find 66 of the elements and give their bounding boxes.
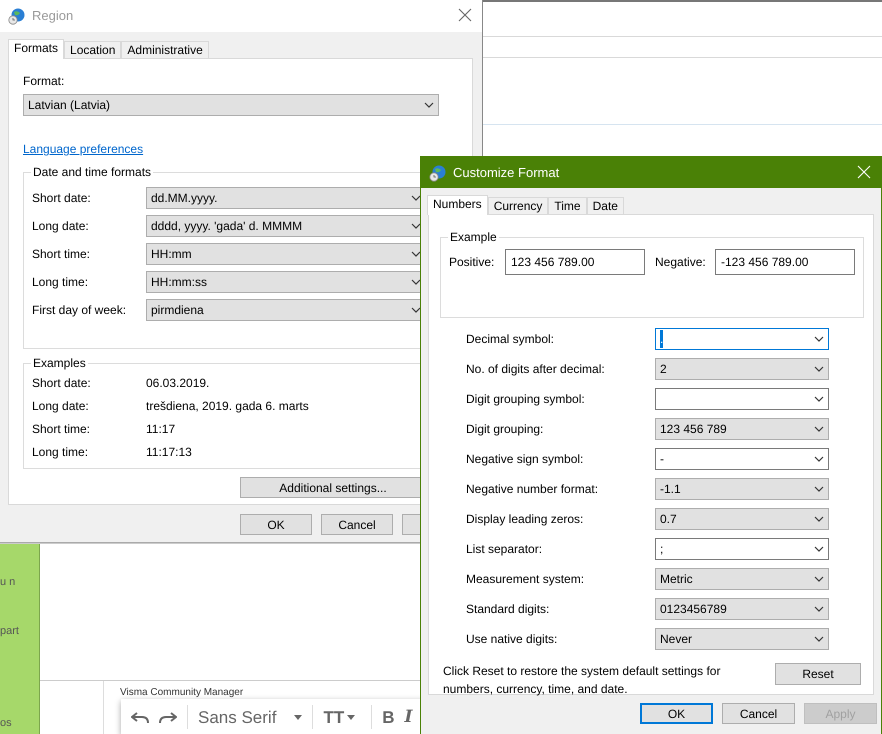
example-value: 06.03.2019. xyxy=(146,374,210,392)
dialog-button[interactable]: OK xyxy=(640,703,713,724)
field-label: Digit grouping symbol: xyxy=(466,391,586,408)
tab[interactable]: Location xyxy=(64,41,122,58)
dropdown[interactable]: Metric xyxy=(655,568,829,590)
window-title: Customize Format xyxy=(453,164,560,182)
field-label: Negative: xyxy=(655,254,707,271)
dialog-button[interactable]: Cancel xyxy=(722,703,795,724)
combo-box[interactable]: . xyxy=(655,328,829,350)
sidebar-text: os xyxy=(0,716,13,731)
field-label: Negative sign symbol: xyxy=(466,451,584,468)
dialog-button[interactable]: OK xyxy=(240,514,312,535)
tab[interactable]: Time xyxy=(548,197,587,214)
dialog-button[interactable]: Cancel xyxy=(321,514,393,535)
window-title: Region xyxy=(32,7,74,26)
field-label: Long date: xyxy=(32,218,90,235)
field-label: Long time: xyxy=(32,444,90,460)
example-value: 11:17 xyxy=(146,420,176,438)
field-label: Display leading zeros: xyxy=(466,511,584,528)
dropdown[interactable]: 2 xyxy=(655,358,829,380)
signature-text: Visma Community Manager xyxy=(120,686,244,700)
field-label: Digit grouping: xyxy=(466,421,544,438)
tab[interactable]: Currency xyxy=(488,197,548,214)
tab[interactable]: Administrative xyxy=(121,41,209,58)
group-title: Example xyxy=(448,230,499,245)
combo-box[interactable]: ; xyxy=(655,538,829,560)
field-label: Short date: xyxy=(32,190,92,207)
dropdown[interactable]: -1.1 xyxy=(655,478,829,500)
tab[interactable]: Numbers xyxy=(427,195,488,215)
bold-button[interactable]: B xyxy=(382,708,394,726)
font-dropdown[interactable]: Sans Serif xyxy=(198,708,302,726)
dropdown[interactable]: Never xyxy=(655,628,829,650)
field-label: Long time: xyxy=(32,274,90,291)
group-title: Examples xyxy=(31,356,88,371)
language-preferences-link[interactable]: Language preferences xyxy=(23,140,144,158)
field-label: Short time: xyxy=(32,246,92,263)
example-value: trešdiena, 2019. gada 6. marts xyxy=(146,398,309,414)
dropdown[interactable]: 0123456789 xyxy=(655,598,829,620)
italic-button[interactable]: I xyxy=(404,708,412,726)
text-size-button[interactable]: TT xyxy=(323,708,356,726)
field-label: Positive: xyxy=(449,254,496,271)
field-label: First day of week: xyxy=(32,302,128,319)
tab[interactable]: Date xyxy=(586,197,624,214)
field-label: No. of digits after decimal: xyxy=(466,361,606,378)
negative-example-field: -123 456 789.00 xyxy=(715,249,855,275)
reset-button[interactable]: Reset xyxy=(775,663,861,685)
combo-box[interactable]: - xyxy=(655,448,829,470)
dropdown[interactable]: 0.7 xyxy=(655,508,829,530)
field-label: Short date: xyxy=(32,374,92,392)
format-dropdown[interactable]: Latvian (Latvia) xyxy=(23,94,439,116)
field-label: Use native digits: xyxy=(466,631,558,648)
sidebar-text: u n xyxy=(0,575,16,590)
positive-example-field: 123 456 789.00 xyxy=(505,249,645,275)
tab[interactable]: Formats xyxy=(8,39,64,59)
reset-note: Click Reset to restore the system default settings for numbers, currency, time, and date. xyxy=(443,663,722,698)
dropdown[interactable]: 123 456 789 xyxy=(655,418,829,440)
field-label: Decimal symbol: xyxy=(466,331,556,348)
example-value: 11:17:13 xyxy=(146,444,192,460)
field-label: Long date: xyxy=(32,398,90,414)
field-label: Standard digits: xyxy=(466,601,550,618)
field-label: Short time: xyxy=(32,420,92,438)
field-label: Format: xyxy=(23,73,66,90)
sidebar-text: part xyxy=(0,624,20,638)
field-label: List separator: xyxy=(466,541,544,558)
field-label: Measurement system: xyxy=(466,571,586,588)
field-label: Negative number format: xyxy=(466,481,600,498)
